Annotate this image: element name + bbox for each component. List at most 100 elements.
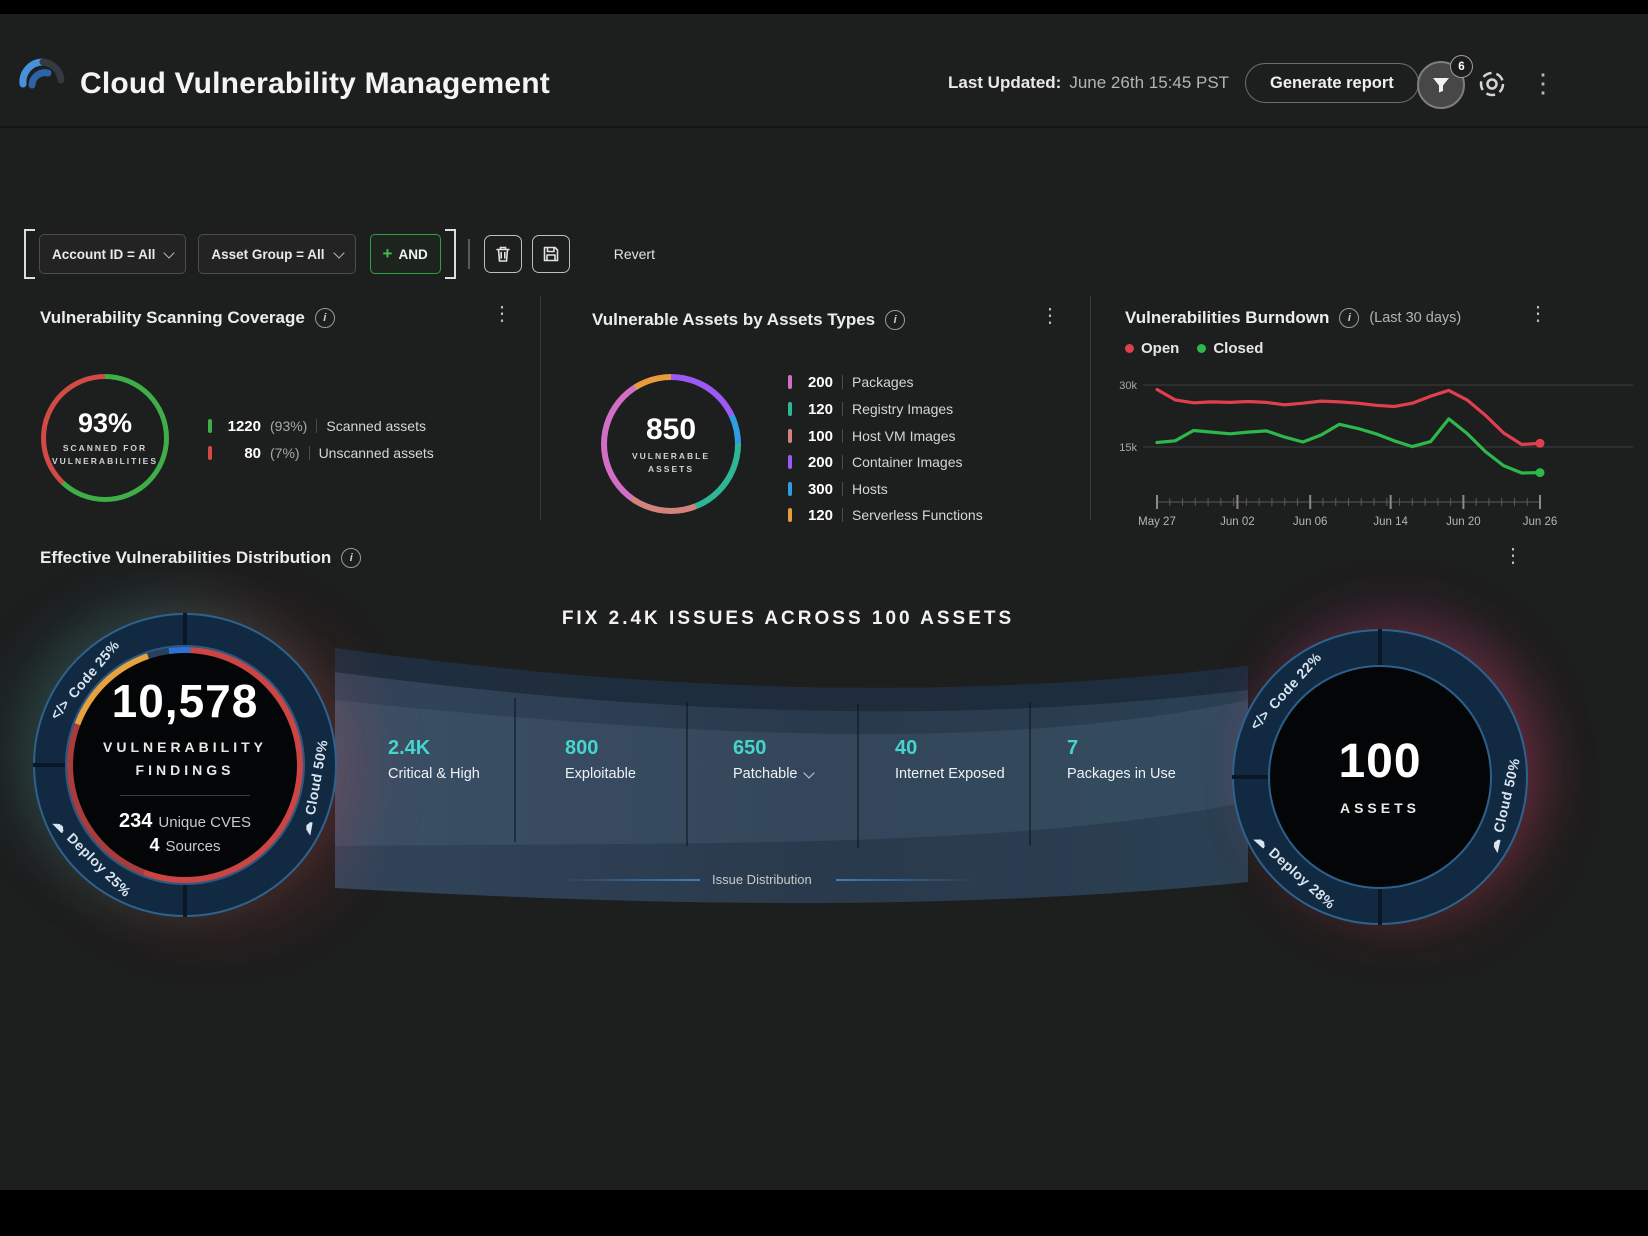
stage-value: 2.4K — [388, 737, 480, 760]
info-icon[interactable]: i — [885, 310, 905, 330]
footer-line — [836, 879, 978, 881]
svg-text:Jun 26: Jun 26 — [1523, 516, 1558, 528]
save-filter-button[interactable] — [532, 235, 570, 273]
legend-swatch — [788, 402, 792, 416]
stage-value: 7 — [1067, 737, 1176, 760]
asset-group-filter[interactable]: Asset Group = All — [198, 234, 355, 274]
legend-item-unscanned: 80 (7%) Unscanned assets — [208, 444, 434, 462]
svg-text:30k: 30k — [1119, 380, 1137, 392]
stage-value: 40 — [895, 737, 1005, 760]
legend-item: 120 Registry Images — [788, 400, 953, 418]
svg-text:Jun 20: Jun 20 — [1446, 516, 1481, 528]
legend-value: 80 — [221, 445, 261, 462]
legend-pct: (93%) — [270, 418, 307, 434]
scanning-card-title: Vulnerability Scanning Coverage — [40, 308, 305, 328]
stage-value: 800 — [565, 737, 636, 760]
top-strip — [0, 0, 1648, 14]
legend-label: Hosts — [852, 481, 888, 497]
assets-card-kebab[interactable]: ⋮ — [1040, 306, 1060, 326]
stage-label: Exploitable — [565, 766, 636, 782]
legend-swatch — [788, 482, 792, 496]
chevron-down-icon — [164, 247, 175, 258]
assets-core: 100 ASSETS — [1268, 665, 1492, 889]
card-divider — [540, 296, 541, 520]
plus-icon: + — [383, 244, 393, 264]
cloud-icon: ☁ — [1485, 836, 1505, 854]
burndown-card-kebab[interactable]: ⋮ — [1528, 304, 1548, 324]
assets-donut: 850 VULNERABLEASSETS — [601, 374, 741, 514]
asset-group-filter-label: Asset Group = All — [211, 247, 324, 262]
legend-swatch — [208, 446, 212, 460]
issue-distribution-label: Issue Distribution — [712, 872, 812, 887]
stage-packages-in-use: 7 Packages in Use — [1067, 737, 1176, 782]
info-icon[interactable]: i — [315, 308, 335, 328]
legend-item-scanned: 1220 (93%) Scanned assets — [208, 417, 426, 435]
legend-value: 200 — [801, 454, 833, 471]
sources: 4Sources — [149, 835, 220, 856]
vulnerability-findings-gauge: 10,578 VULNERABILITYFINDINGS 234Unique C… — [33, 613, 337, 917]
legend-swatch — [788, 375, 792, 389]
stage-label: Critical & High — [388, 766, 480, 782]
legend-item: 200 Container Images — [788, 453, 963, 471]
legend-item: 120 Serverless Functions — [788, 506, 983, 524]
last-updated: Last Updated: June 26th 15:45 PST — [948, 73, 1229, 93]
stage-critical-high: 2.4K Critical & High — [388, 737, 480, 782]
generate-report-button[interactable]: Generate report — [1245, 63, 1419, 103]
legend-item: 200 Packages — [788, 373, 913, 391]
assets-label: ASSETS — [1340, 797, 1420, 819]
legend-value: 300 — [801, 481, 833, 498]
legend-value: 1220 — [221, 418, 261, 435]
filter-badge: 6 — [1450, 55, 1473, 78]
legend-label: Scanned assets — [326, 418, 426, 434]
cloud-icon: ☁ — [50, 814, 72, 836]
stage-internet-exposed: 40 Internet Exposed — [895, 737, 1005, 782]
filter-button[interactable]: 6 — [1417, 61, 1465, 109]
findings-core: 10,578 VULNERABILITYFINDINGS 234Unique C… — [73, 653, 297, 877]
distribution-header: Effective Vulnerabilities Distribution i — [40, 548, 361, 568]
header: Cloud Vulnerability Management Last Upda… — [0, 14, 1648, 128]
legend-value: 200 — [801, 374, 833, 391]
stage-patchable: 650 Patchable — [733, 737, 813, 782]
code-icon: </> — [1247, 706, 1273, 733]
assets-card-header: Vulnerable Assets by Assets Types i — [592, 310, 905, 330]
legend-swatch — [788, 508, 792, 522]
assets-card-title: Vulnerable Assets by Assets Types — [592, 310, 875, 330]
info-icon[interactable]: i — [1339, 308, 1359, 328]
filter-divider — [468, 239, 470, 269]
stage-value: 650 — [733, 737, 813, 760]
scanning-card-kebab[interactable]: ⋮ — [492, 304, 512, 324]
burndown-card-title: Vulnerabilities Burndown — [1125, 308, 1329, 328]
svg-text:Jun 06: Jun 06 — [1293, 516, 1328, 528]
save-icon — [542, 245, 560, 263]
header-menu-kebab[interactable]: ⋮ — [1530, 70, 1556, 96]
trash-icon — [494, 245, 512, 263]
scanning-card-header: Vulnerability Scanning Coverage i — [40, 308, 335, 328]
svg-text:May 27: May 27 — [1138, 516, 1176, 528]
legend-label: Host VM Images — [852, 428, 955, 444]
info-icon[interactable]: i — [341, 548, 361, 568]
filter-group-close-bracket — [445, 229, 456, 279]
legend-value: 120 — [801, 401, 833, 418]
legend-swatch — [788, 455, 792, 469]
burndown-card-header: Vulnerabilities Burndown i (Last 30 days… — [1125, 308, 1461, 328]
delete-filter-button[interactable] — [484, 235, 522, 273]
add-and-filter-button[interactable]: + AND — [370, 234, 441, 274]
account-id-filter-label: Account ID = All — [52, 247, 155, 262]
footer-line — [558, 879, 700, 881]
scanning-donut-label: SCANNED FORVULNERABILITIES — [52, 442, 158, 468]
filter-bar: Account ID = All Asset Group = All + AND… — [24, 230, 724, 278]
cloud-icon: ☁ — [297, 819, 316, 836]
distribution-kebab[interactable]: ⋮ — [1503, 546, 1523, 566]
revert-link[interactable]: Revert — [614, 246, 655, 262]
account-id-filter[interactable]: Account ID = All — [39, 234, 186, 274]
filter-group-open-bracket — [24, 229, 35, 279]
target-icon — [1476, 68, 1508, 100]
burndown-chart: 30k15kMay 27Jun 02Jun 06Jun 14Jun 20Jun … — [1085, 352, 1645, 538]
legend-label: Serverless Functions — [852, 507, 983, 523]
burndown-range: (Last 30 days) — [1369, 310, 1461, 326]
scanning-donut: 93% SCANNED FORVULNERABILITIES — [41, 374, 169, 502]
scope-button[interactable] — [1476, 68, 1508, 105]
stage-patchable-dropdown[interactable]: Patchable — [733, 766, 813, 782]
assets-gauge: 100 ASSETS </> Code 22% ☁ Cloud 50% ☁ De… — [1232, 629, 1528, 925]
stage-label: Packages in Use — [1067, 766, 1176, 782]
